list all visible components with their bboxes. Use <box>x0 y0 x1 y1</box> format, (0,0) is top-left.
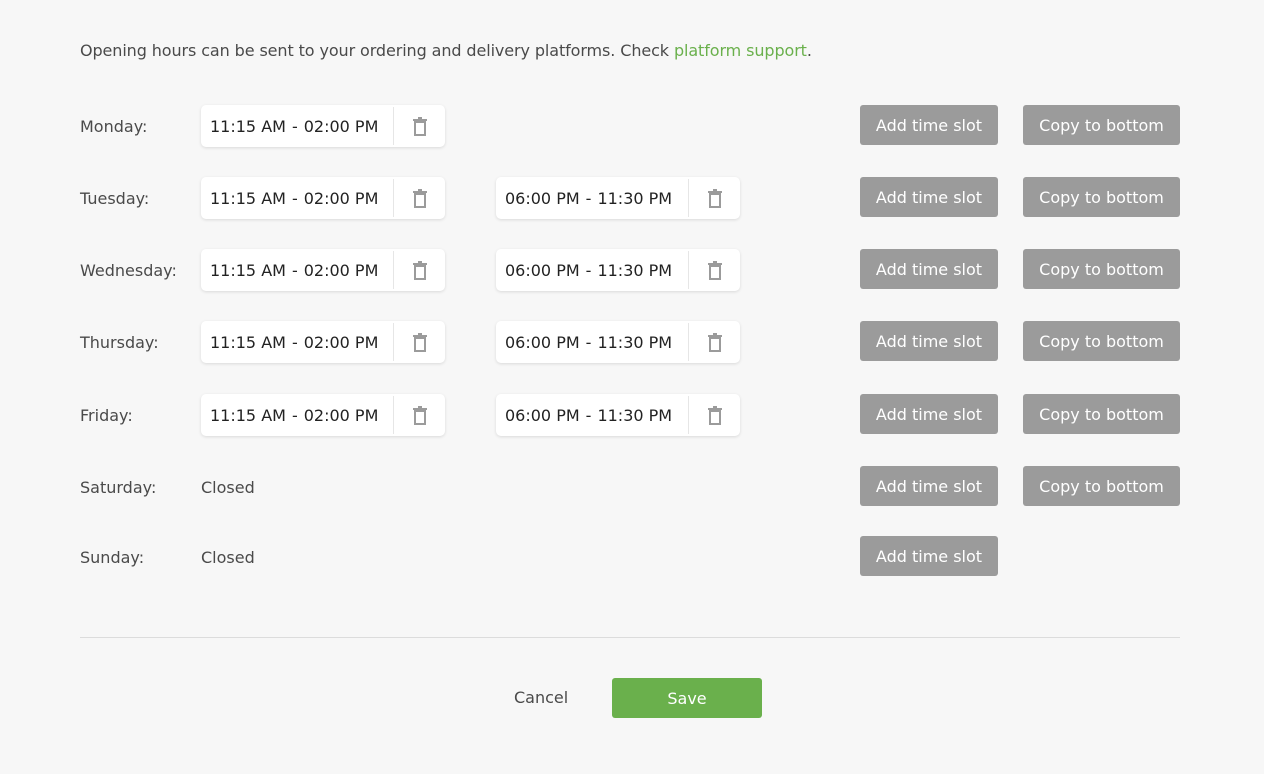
slot-separator: - <box>291 405 298 425</box>
add-time-slot-button[interactable]: Add time slot <box>860 394 998 434</box>
time-slot[interactable]: 11:15 AM -02:00 PM <box>201 249 445 291</box>
slot-separator: - <box>291 332 298 352</box>
slot-start: 06:00 PM <box>505 405 580 425</box>
time-slot[interactable]: 11:15 AM -02:00 PM <box>201 394 445 436</box>
cancel-button[interactable]: Cancel <box>514 688 568 707</box>
divider <box>80 637 1180 638</box>
slot-end: 11:30 PM <box>597 260 673 280</box>
day-row-thursday: Thursday: 11:15 AM -02:00 PM 06:00 PM -11:… <box>80 321 1180 365</box>
closed-status: Closed <box>201 548 255 567</box>
copy-to-bottom-button[interactable]: Copy to bottom <box>1023 394 1180 434</box>
day-label: Tuesday: <box>80 189 150 208</box>
slot-start: 06:00 PM <box>505 260 580 280</box>
day-label: Thursday: <box>80 333 159 352</box>
slot-start: 06:00 PM <box>505 188 580 208</box>
intro-suffix: . <box>806 41 812 60</box>
time-slot[interactable]: 06:00 PM -11:30 PM <box>496 177 740 219</box>
slot-separator: - <box>291 260 298 280</box>
slot-start: 11:15 AM <box>210 332 286 352</box>
add-time-slot-button[interactable]: Add time slot <box>860 321 998 361</box>
slot-start: 06:00 PM <box>505 332 580 352</box>
time-range[interactable]: 11:15 AM -02:00 PM <box>201 261 393 280</box>
trash-icon <box>707 261 722 280</box>
trash-icon <box>412 406 427 425</box>
delete-slot-button[interactable] <box>394 105 445 147</box>
slot-separator: - <box>585 405 592 425</box>
slot-separator: - <box>585 260 592 280</box>
delete-slot-button[interactable] <box>689 394 740 436</box>
closed-status: Closed <box>201 478 255 497</box>
copy-to-bottom-button[interactable]: Copy to bottom <box>1023 177 1180 217</box>
slot-end: 02:00 PM <box>303 405 379 425</box>
copy-to-bottom-button[interactable]: Copy to bottom <box>1023 105 1180 145</box>
trash-icon <box>412 261 427 280</box>
day-row-sunday: Sunday: Closed Add time slot <box>80 536 1180 580</box>
add-time-slot-button[interactable]: Add time slot <box>860 177 998 217</box>
slot-end: 11:30 PM <box>597 405 673 425</box>
add-time-slot-button[interactable]: Add time slot <box>860 536 998 576</box>
add-time-slot-button[interactable]: Add time slot <box>860 249 998 289</box>
slot-start: 11:15 AM <box>210 188 286 208</box>
time-range[interactable]: 11:15 AM -02:00 PM <box>201 333 393 352</box>
slot-start: 11:15 AM <box>210 260 286 280</box>
time-range[interactable]: 06:00 PM -11:30 PM <box>496 261 688 280</box>
intro-message: Opening hours can be sent to your orderi… <box>80 41 674 60</box>
time-slot[interactable]: 06:00 PM -11:30 PM <box>496 321 740 363</box>
day-label: Sunday: <box>80 548 145 567</box>
day-row-tuesday: Tuesday: 11:15 AM -02:00 PM 06:00 PM -11:3… <box>80 177 1180 221</box>
trash-icon <box>707 333 722 352</box>
time-slot[interactable]: 06:00 PM -11:30 PM <box>496 249 740 291</box>
slot-end: 02:00 PM <box>303 116 379 136</box>
delete-slot-button[interactable] <box>394 249 445 291</box>
copy-to-bottom-button[interactable]: Copy to bottom <box>1023 321 1180 361</box>
day-label: Monday: <box>80 117 148 136</box>
slot-separator: - <box>291 116 298 136</box>
add-time-slot-button[interactable]: Add time slot <box>860 466 998 506</box>
day-label: Wednesday: <box>80 261 177 280</box>
time-range[interactable]: 06:00 PM -11:30 PM <box>496 189 688 208</box>
delete-slot-button[interactable] <box>689 177 740 219</box>
delete-slot-button[interactable] <box>689 321 740 363</box>
add-time-slot-button[interactable]: Add time slot <box>860 105 998 145</box>
time-range[interactable]: 11:15 AM -02:00 PM <box>201 406 393 425</box>
time-slot[interactable]: 11:15 AM -02:00 PM <box>201 321 445 363</box>
day-row-saturday: Saturday: Closed Add time slot Copy to b… <box>80 466 1180 510</box>
time-range[interactable]: 06:00 PM -11:30 PM <box>496 333 688 352</box>
slot-separator: - <box>291 188 298 208</box>
slot-end: 02:00 PM <box>303 188 379 208</box>
delete-slot-button[interactable] <box>394 394 445 436</box>
trash-icon <box>412 189 427 208</box>
slot-start: 11:15 AM <box>210 405 286 425</box>
save-button[interactable]: Save <box>612 678 762 718</box>
delete-slot-button[interactable] <box>394 177 445 219</box>
time-slot[interactable]: 11:15 AM -02:00 PM <box>201 105 445 147</box>
time-range[interactable]: 11:15 AM -02:00 PM <box>201 189 393 208</box>
day-label: Friday: <box>80 406 133 425</box>
delete-slot-button[interactable] <box>689 249 740 291</box>
slot-end: 11:30 PM <box>597 188 673 208</box>
trash-icon <box>707 406 722 425</box>
time-slot[interactable]: 06:00 PM -11:30 PM <box>496 394 740 436</box>
day-row-wednesday: Wednesday: 11:15 AM -02:00 PM 06:00 PM -11… <box>80 249 1180 293</box>
trash-icon <box>707 189 722 208</box>
platform-support-link[interactable]: platform support <box>674 41 807 60</box>
slot-end: 02:00 PM <box>303 260 379 280</box>
slot-end: 02:00 PM <box>303 332 379 352</box>
slot-separator: - <box>585 332 592 352</box>
intro-text: Opening hours can be sent to your orderi… <box>80 41 812 60</box>
time-range[interactable]: 11:15 AM -02:00 PM <box>201 117 393 136</box>
copy-to-bottom-button[interactable]: Copy to bottom <box>1023 466 1180 506</box>
day-label: Saturday: <box>80 478 157 497</box>
trash-icon <box>412 117 427 136</box>
copy-to-bottom-button[interactable]: Copy to bottom <box>1023 249 1180 289</box>
day-row-friday: Friday: 11:15 AM -02:00 PM 06:00 PM -11:30… <box>80 394 1180 438</box>
slot-separator: - <box>585 188 592 208</box>
slot-end: 11:30 PM <box>597 332 673 352</box>
delete-slot-button[interactable] <box>394 321 445 363</box>
time-range[interactable]: 06:00 PM -11:30 PM <box>496 406 688 425</box>
time-slot[interactable]: 11:15 AM -02:00 PM <box>201 177 445 219</box>
trash-icon <box>412 333 427 352</box>
slot-start: 11:15 AM <box>210 116 286 136</box>
day-row-monday: Monday: 11:15 AM -02:00 PM Add time slot … <box>80 105 1180 149</box>
